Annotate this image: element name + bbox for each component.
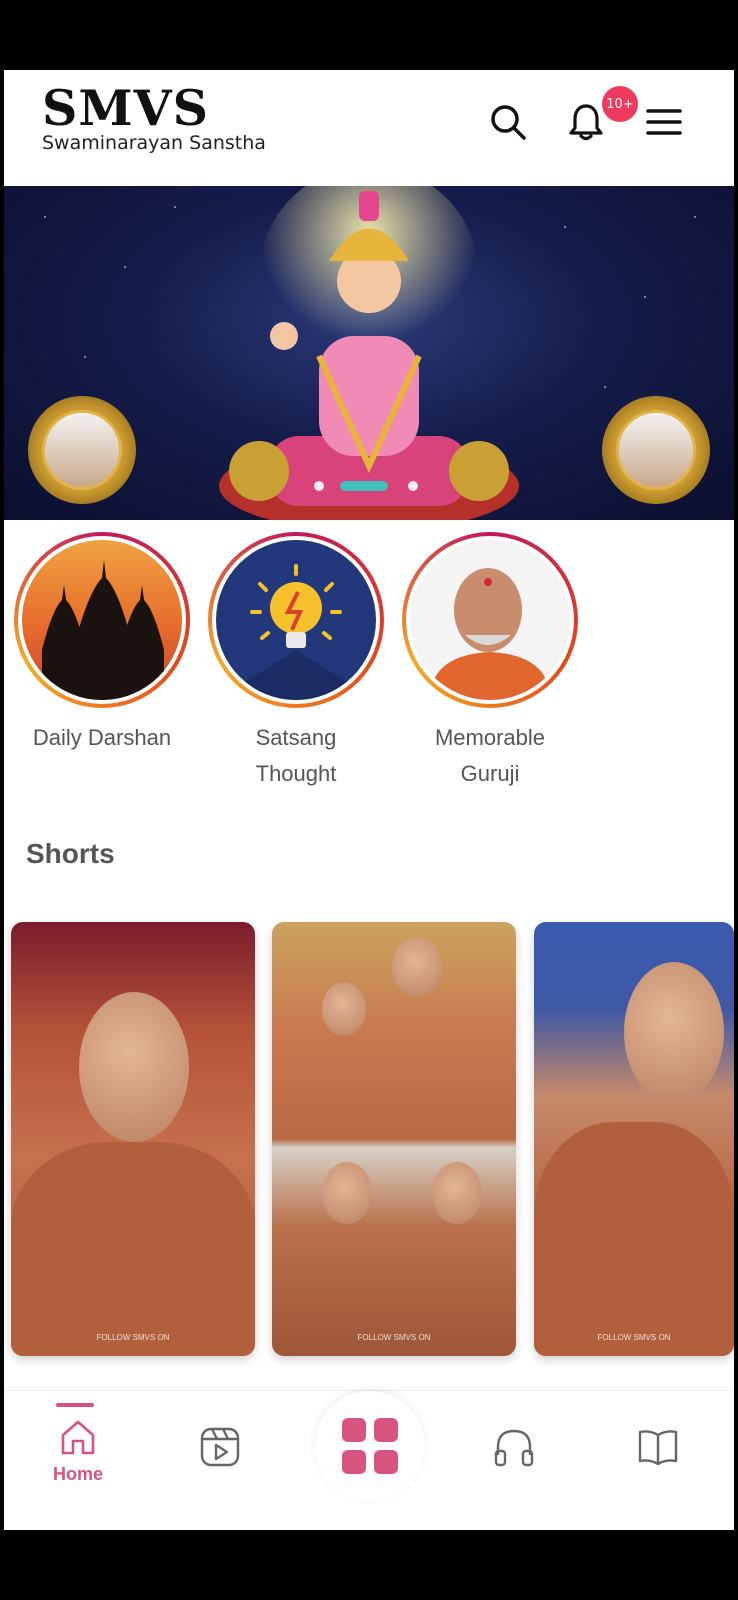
apps-grid-button[interactable] (315, 1391, 425, 1501)
book-icon (638, 1430, 678, 1466)
lightbulb-image (216, 540, 376, 700)
nav-home-label: Home (52, 1464, 103, 1484)
active-tab-indicator (56, 1403, 94, 1407)
bottom-navigation: Home (4, 1390, 734, 1530)
reels-icon (200, 1427, 240, 1467)
short-watermark: FOLLOW SMVS ON (357, 1333, 431, 1342)
search-button[interactable] (484, 98, 532, 146)
nav-home[interactable]: Home (38, 1411, 118, 1511)
guruji-portrait-image (410, 540, 570, 700)
short-watermark: FOLLOW SMVS ON (96, 1333, 170, 1342)
shorts-section-title: Shorts (26, 838, 115, 869)
app-header: SMVS Swaminarayan Sanstha 10+ (4, 70, 734, 186)
nav-audio[interactable] (474, 1411, 554, 1511)
apps-grid-icon (342, 1418, 398, 1474)
menu-button[interactable] (640, 98, 688, 146)
smvs-logo[interactable]: SMVS Swaminarayan Sanstha (42, 82, 266, 154)
category-label: Memorable Guruji (434, 725, 546, 786)
temple-silhouette-image (22, 540, 182, 700)
carousel-dot[interactable] (314, 481, 324, 491)
logo-subtitle: Swaminarayan Sanstha (42, 132, 266, 154)
category-label: Satsang Thought (255, 725, 337, 786)
guru-medallion-left (28, 396, 136, 504)
short-video-card[interactable]: FOLLOW SMVS ON (534, 922, 734, 1356)
notification-badge: 10+ (602, 86, 638, 122)
carousel-dot-active[interactable] (340, 481, 388, 491)
deity-image (219, 186, 519, 520)
carousel-indicators (304, 476, 444, 496)
banner-carousel[interactable] (4, 186, 734, 520)
short-video-card[interactable]: FOLLOW SMVS ON (272, 922, 516, 1356)
category-daily-darshan[interactable]: Daily Darshan (14, 532, 190, 756)
short-video-card[interactable]: FOLLOW SMVS ON (11, 922, 255, 1356)
nav-books[interactable] (618, 1411, 698, 1511)
bell-icon (569, 104, 603, 141)
home-icon (61, 1420, 95, 1455)
category-memorable-guruji[interactable]: Memorable Guruji (402, 532, 578, 792)
category-satsang-thought[interactable]: Satsang Thought (208, 532, 384, 792)
carousel-dot[interactable] (408, 481, 418, 491)
app-screen: SMVS Swaminarayan Sanstha 10+ Daily Dars… (4, 70, 734, 1530)
guru-medallion-right (602, 396, 710, 504)
logo-title: SMVS (42, 79, 210, 137)
hamburger-menu-icon (646, 109, 682, 135)
nav-reels[interactable] (180, 1411, 260, 1511)
category-label: Daily Darshan (32, 725, 172, 750)
short-watermark: FOLLOW SMVS ON (597, 1333, 671, 1342)
notifications-button[interactable]: 10+ (562, 86, 638, 146)
search-icon (491, 105, 526, 140)
headphones-icon (494, 1429, 534, 1467)
